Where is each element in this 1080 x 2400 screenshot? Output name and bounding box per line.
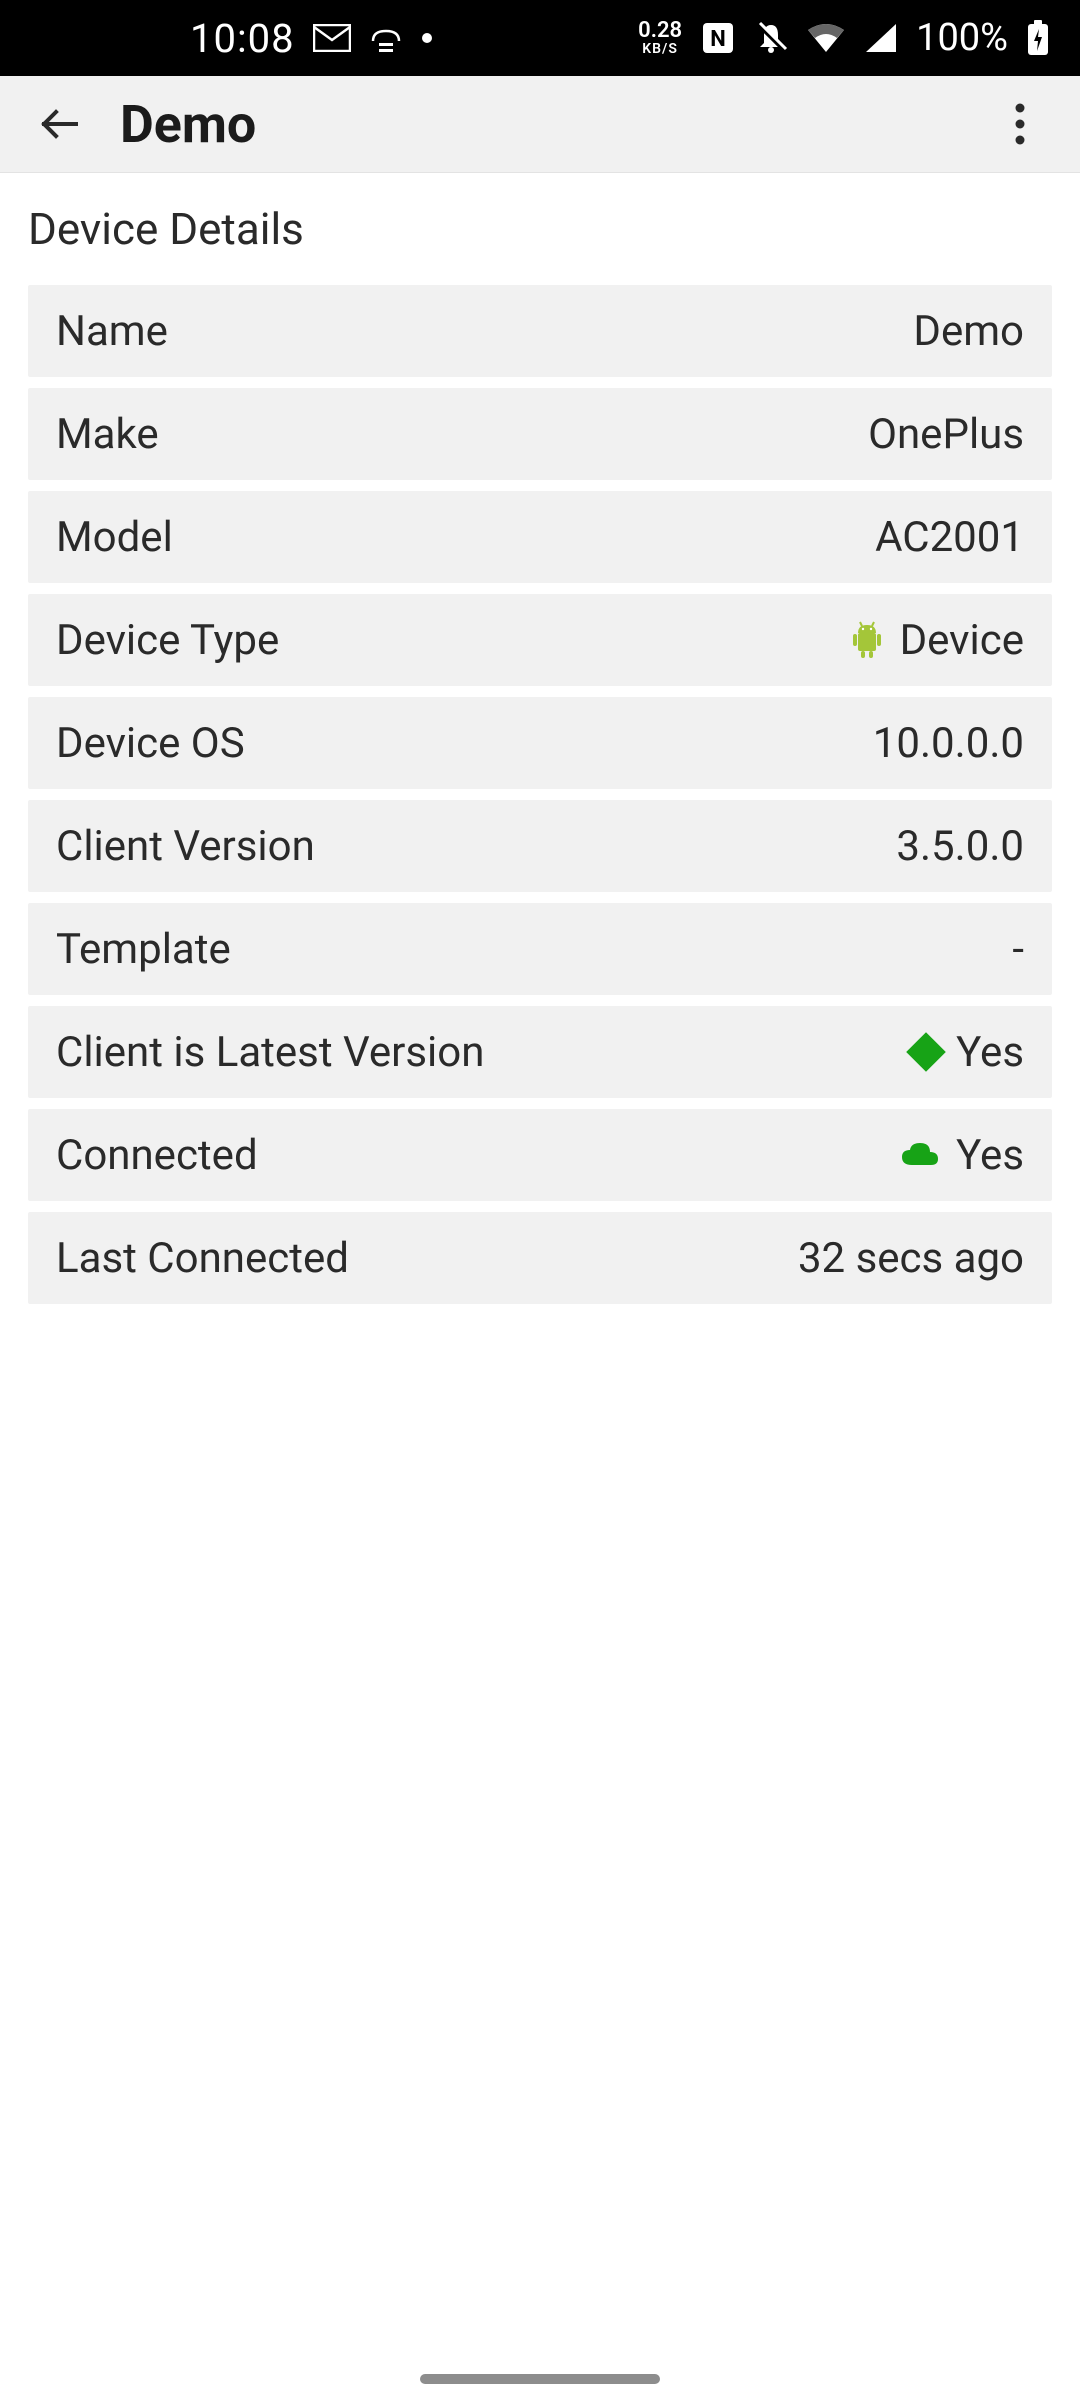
more-vert-icon <box>1014 102 1026 146</box>
nfc-icon: N <box>700 20 736 56</box>
cloud-icon <box>900 1141 940 1169</box>
row-label: Template <box>56 925 231 974</box>
dot-icon <box>421 32 433 44</box>
arrow-left-icon <box>36 100 84 148</box>
battery-charging-icon <box>1026 19 1050 57</box>
app-bar: Demo <box>0 76 1080 173</box>
back-button[interactable] <box>20 84 100 164</box>
status-left: 10:08 <box>190 15 433 62</box>
data-speed-unit: KB/S <box>642 42 678 56</box>
svg-text:N: N <box>710 27 726 52</box>
row-label: Connected <box>56 1131 258 1180</box>
device-type-text: Device <box>900 616 1024 665</box>
row-latest-version[interactable]: Client is Latest Version Yes <box>28 1006 1052 1098</box>
row-label: Name <box>56 307 168 356</box>
status-right: 0.28 KB/S N 100% <box>638 16 1050 60</box>
row-make[interactable]: Make OnePlus <box>28 388 1052 480</box>
row-device-os[interactable]: Device OS 10.0.0.0 <box>28 697 1052 789</box>
row-label: Last Connected <box>56 1234 349 1283</box>
row-value: Demo <box>913 307 1024 356</box>
row-name[interactable]: Name Demo <box>28 285 1052 377</box>
row-model[interactable]: Model AC2001 <box>28 491 1052 583</box>
wifi-icon <box>806 22 846 54</box>
row-device-type[interactable]: Device Type Dev <box>28 594 1052 686</box>
row-value: Device <box>850 616 1024 665</box>
gmail-icon <box>313 24 351 52</box>
battery-percent: 100% <box>916 16 1008 60</box>
system-icon <box>369 21 403 55</box>
home-indicator[interactable] <box>420 2374 660 2384</box>
row-label: Client Version <box>56 822 315 871</box>
app-title: Demo <box>120 94 256 155</box>
connected-text: Yes <box>956 1131 1024 1180</box>
row-connected[interactable]: Connected Yes <box>28 1109 1052 1201</box>
content: Device Details Name Demo Make OnePlus Mo… <box>0 173 1080 1304</box>
row-label: Model <box>56 513 173 562</box>
section-title: Device Details <box>0 173 1080 285</box>
row-label: Device Type <box>56 616 279 665</box>
notifications-off-icon <box>754 21 788 55</box>
row-last-connected[interactable]: Last Connected 32 secs ago <box>28 1212 1052 1304</box>
row-template[interactable]: Template - <box>28 903 1052 995</box>
status-time: 10:08 <box>190 15 295 62</box>
details-list: Name Demo Make OnePlus Model AC2001 Devi… <box>0 285 1080 1304</box>
latest-text: Yes <box>956 1028 1024 1077</box>
row-label: Device OS <box>56 719 245 768</box>
row-client-version[interactable]: Client Version 3.5.0.0 <box>28 800 1052 892</box>
row-value: 32 secs ago <box>798 1234 1024 1283</box>
row-label: Make <box>56 410 159 459</box>
diamond-icon <box>906 1032 946 1072</box>
row-value: Yes <box>912 1028 1024 1077</box>
row-value: 10.0.0.0 <box>873 719 1024 768</box>
row-value: AC2001 <box>875 513 1024 562</box>
overflow-menu-button[interactable] <box>980 84 1060 164</box>
android-icon <box>850 621 884 659</box>
data-speed-value: 0.28 <box>638 20 682 42</box>
row-value: Yes <box>900 1131 1024 1180</box>
row-value: 3.5.0.0 <box>896 822 1024 871</box>
row-value: OnePlus <box>868 410 1024 459</box>
row-value: - <box>1012 925 1024 974</box>
status-bar: 10:08 0.28 KB/S N 100% <box>0 0 1080 76</box>
row-label: Client is Latest Version <box>56 1028 484 1077</box>
data-speed: 0.28 KB/S <box>638 20 682 56</box>
signal-icon <box>864 22 898 54</box>
